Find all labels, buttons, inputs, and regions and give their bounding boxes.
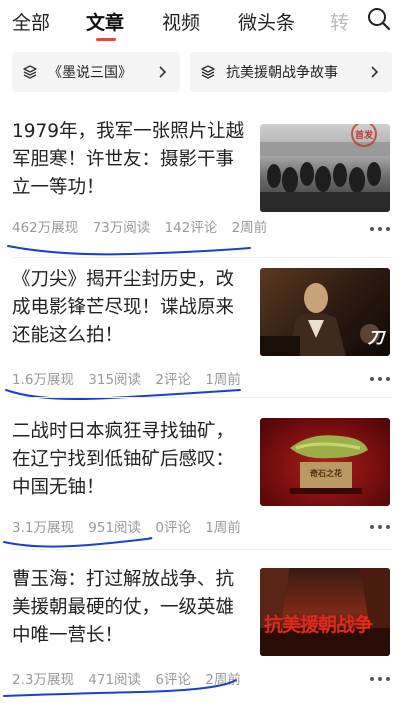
article-card[interactable]: 《刀尖》揭开尘封历史，改 成电影锋芒尽现！谍战原来 还能这么拍！ 刀 1.6万展… — [0, 258, 404, 400]
article-card[interactable]: 曹玉海：打过解放战争、抗 美援朝最硬的仗，一级英雄 中唯一营长！ 抗美援朝战争 … — [0, 552, 404, 702]
reads-count: 471阅读 — [88, 672, 142, 688]
stack-icon — [23, 65, 37, 79]
impressions-count: 1.6万展现 — [12, 372, 74, 388]
tab-articles[interactable]: 文章 — [86, 8, 124, 35]
divider — [12, 397, 392, 398]
thumbnail-plaque-text: 奇石之花 — [310, 469, 342, 478]
article-meta: 1.6万展现 315阅读 2评论 1周前 — [12, 368, 251, 388]
article-title[interactable]: 二战时日本疯狂寻找铀矿， 在辽宁找到低铀矿后感叹： 中国无铀！ — [12, 418, 248, 502]
collection-chips: 《墨说三国》 抗美援朝战争故事 — [0, 52, 404, 94]
reads-count: 951阅读 — [88, 520, 142, 536]
impressions-count: 3.1万展现 — [12, 520, 74, 536]
tab-micro-posts[interactable]: 微头条 — [238, 8, 295, 35]
article-thumbnail[interactable]: 刀 — [260, 268, 390, 356]
stack-icon — [201, 65, 215, 79]
article-title[interactable]: 《刀尖》揭开尘封历史，改 成电影锋芒尽现！谍战原来 还能这么拍！ — [12, 266, 248, 350]
article-card[interactable]: 1979年，我军一张照片让越 军胆寒！许世友：摄影干事 立一等功！ 首发 462… — [0, 108, 404, 258]
tab-all[interactable]: 全部 — [12, 8, 50, 35]
tab-videos[interactable]: 视频 — [162, 8, 200, 35]
reads-count: 73万阅读 — [92, 220, 151, 236]
tab-reposts[interactable]: 转 — [330, 8, 349, 35]
more-icon[interactable] — [370, 676, 390, 682]
article-title[interactable]: 曹玉海：打过解放战争、抗 美援朝最硬的仗，一级英雄 中唯一营长！ — [12, 566, 248, 650]
chevron-right-icon — [159, 66, 167, 78]
article-thumbnail[interactable]: 抗美援朝战争 — [260, 568, 390, 656]
annotation-underline — [7, 245, 251, 256]
more-icon[interactable] — [370, 376, 390, 382]
thumbnail-photo — [290, 435, 368, 494]
collection-label: 《墨说三国》 — [48, 65, 132, 81]
divider — [12, 549, 392, 550]
publish-time: 1周前 — [205, 520, 241, 536]
article-meta: 2.3万展现 471阅读 6评论 2周前 — [12, 668, 251, 688]
more-icon[interactable] — [370, 524, 390, 530]
more-icon[interactable] — [370, 226, 390, 232]
collection-chip-moshuo-sanguo[interactable]: 《墨说三国》 — [12, 52, 180, 92]
top-tab-bar: 全部 文章 视频 微头条 转 — [0, 0, 404, 44]
impressions-count: 462万展现 — [12, 220, 79, 236]
article-thumbnail[interactable]: 奇石之花 — [260, 418, 390, 506]
search-icon[interactable] — [366, 6, 392, 32]
comments-count: 6评论 — [155, 672, 191, 688]
article-thumbnail[interactable]: 首发 — [260, 124, 390, 212]
publish-time: 2周前 — [231, 220, 268, 236]
comments-count: 142评论 — [164, 220, 218, 236]
collection-label: 抗美援朝战争故事 — [226, 65, 338, 81]
publish-time: 1周前 — [205, 372, 241, 388]
article-card[interactable]: 二战时日本疯狂寻找铀矿， 在辽宁找到低铀矿后感叹： 中国无铀！ 奇石之花 3.1… — [0, 400, 404, 550]
active-tab-indicator — [96, 38, 116, 41]
publish-time: 2周前 — [205, 672, 241, 688]
article-title[interactable]: 1979年，我军一张照片让越 军胆寒！许世友：摄影干事 立一等功！ — [12, 118, 248, 202]
collection-chip-korean-war-stories[interactable]: 抗美援朝战争故事 — [190, 52, 392, 92]
thumbnail-title-glyph: 刀 — [368, 328, 385, 347]
thumbnail-banner-text: 抗美援朝战争 — [264, 614, 373, 636]
reads-count: 315阅读 — [88, 372, 142, 388]
comments-count: 2评论 — [155, 372, 191, 388]
article-meta: 3.1万展现 951阅读 0评论 1周前 — [12, 516, 251, 536]
thumbnail-stamp-text: 首发 — [355, 131, 374, 141]
comments-count: 0评论 — [155, 520, 191, 536]
chevron-right-icon — [371, 66, 379, 78]
impressions-count: 2.3万展现 — [12, 672, 74, 688]
article-meta: 462万展现 73万阅读 142评论 2周前 — [12, 216, 277, 236]
